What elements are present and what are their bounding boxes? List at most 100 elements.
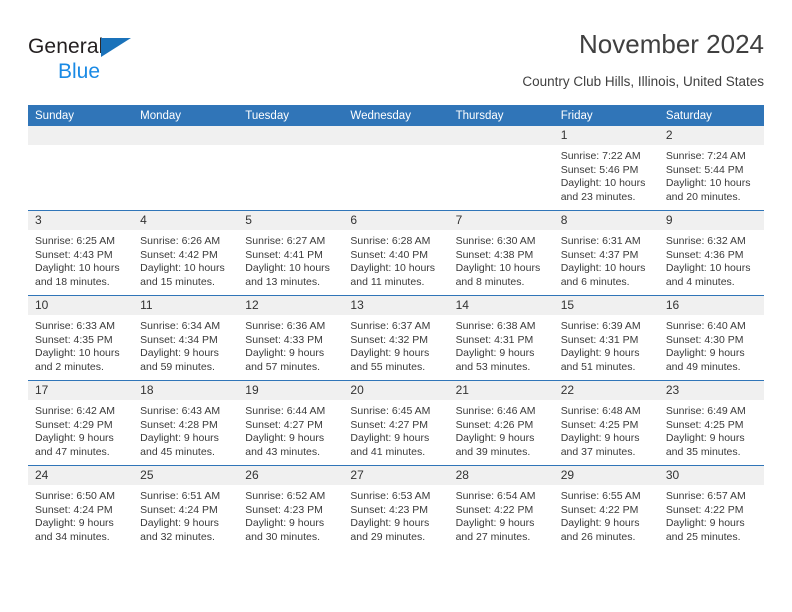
sunrise-time: Sunrise: 6:38 AM — [455, 320, 536, 332]
sunrise-time: Sunrise: 6:36 AM — [245, 320, 326, 332]
day-info: Sunrise: 6:55 AM Sunset: 4:22 PM Daylight:… — [554, 486, 659, 545]
calendar-day-cell[interactable]: 12 Sunrise: 6:36 AM Sunset: 4:33 PM Dayligh… — [238, 295, 344, 381]
calendar-day-cell[interactable]: 8 Sunrise: 6:31 AM Sunset: 4:37 PM Daylight… — [553, 210, 659, 296]
calendar-day-cell[interactable]: 14 Sunrise: 6:38 AM Sunset: 4:31 PM Dayligh… — [448, 295, 554, 381]
calendar-day-cell[interactable]: 29 Sunrise: 6:55 AM Sunset: 4:22 PM Dayligh… — [553, 465, 659, 550]
sunset-time: Sunset: 4:38 PM — [455, 248, 534, 261]
calendar-day-cell[interactable]: 24 Sunrise: 6:50 AM Sunset: 4:24 PM Dayligh… — [28, 465, 134, 550]
daylight-duration-line1: Daylight: 9 hours — [140, 347, 219, 360]
sunset-time: Sunset: 4:40 PM — [350, 248, 429, 261]
calendar-day-cell[interactable]: 19 Sunrise: 6:44 AM Sunset: 4:27 PM Dayligh… — [238, 380, 344, 466]
calendar-day-cell[interactable]: 9 Sunrise: 6:32 AM Sunset: 4:36 PM Daylight… — [658, 210, 764, 296]
daylight-duration-line2: and 55 minutes. — [350, 361, 426, 374]
sunset-time: Sunset: 4:24 PM — [140, 503, 218, 516]
daylight-duration-line1: Daylight: 9 hours — [665, 347, 745, 360]
sunset-time: Sunset: 4:27 PM — [350, 418, 429, 431]
daylight-duration-line2: and 53 minutes. — [455, 361, 531, 374]
daylight-duration-line2: and 29 minutes. — [350, 531, 426, 544]
calendar-day-cell[interactable]: 10 Sunrise: 6:33 AM Sunset: 4:35 PM Dayligh… — [28, 295, 134, 381]
sunrise-time: Sunrise: 6:52 AM — [245, 490, 326, 502]
day-number: 14 — [448, 296, 554, 316]
calendar-day-cell[interactable]: 16 Sunrise: 6:40 AM Sunset: 4:30 PM Dayligh… — [658, 295, 764, 381]
calendar-day-cell[interactable]: 27 Sunrise: 6:53 AM Sunset: 4:23 PM Dayligh… — [343, 465, 449, 550]
calendar-day-cell[interactable]: 26 Sunrise: 6:52 AM Sunset: 4:23 PM Dayligh… — [238, 465, 344, 550]
daylight-duration-line2: and 13 minutes. — [245, 276, 320, 289]
calendar-day-cell[interactable]: 11 Sunrise: 6:34 AM Sunset: 4:34 PM Dayligh… — [133, 295, 239, 381]
daylight-duration-line2: and 8 minutes. — [455, 276, 525, 289]
day-info: Sunrise: 6:32 AM Sunset: 4:36 PM Daylight:… — [659, 231, 764, 290]
day-number: 1 — [553, 126, 659, 146]
day-number — [238, 126, 344, 146]
calendar-day-cell[interactable]: 18 Sunrise: 6:43 AM Sunset: 4:28 PM Dayligh… — [133, 380, 239, 466]
day-number: 28 — [448, 466, 554, 486]
day-info: Sunrise: 6:28 AM Sunset: 4:40 PM Daylight:… — [343, 231, 448, 290]
sunrise-time: Sunrise: 6:44 AM — [245, 405, 326, 417]
logo-top-row: General — [28, 34, 168, 60]
daylight-duration-line2: and 15 minutes. — [140, 276, 215, 289]
page-header: General Blue November 2024 Country Club … — [28, 28, 764, 96]
sunset-time: Sunset: 4:32 PM — [350, 333, 429, 346]
calendar-day-cell[interactable]: 3 Sunrise: 6:25 AM Sunset: 4:43 PM Daylight… — [28, 210, 134, 296]
day-number: 24 — [28, 466, 134, 486]
daylight-duration-line1: Daylight: 9 hours — [455, 432, 535, 445]
daylight-duration-line1: Daylight: 9 hours — [350, 432, 430, 445]
daylight-duration-line1: Daylight: 9 hours — [245, 517, 325, 530]
calendar-day-cell[interactable]: 6 Sunrise: 6:28 AM Sunset: 4:40 PM Daylight… — [343, 210, 449, 296]
sunrise-time: Sunrise: 6:51 AM — [140, 490, 221, 502]
daylight-duration-line2: and 2 minutes. — [35, 361, 104, 374]
day-info: Sunrise: 6:51 AM Sunset: 4:24 PM Daylight:… — [133, 486, 238, 545]
calendar-day-cell[interactable]: 21 Sunrise: 6:46 AM Sunset: 4:26 PM Dayligh… — [448, 380, 554, 466]
calendar-week-row: 10 Sunrise: 6:33 AM Sunset: 4:35 PM Dayligh… — [28, 295, 764, 381]
day-info: Sunrise: 6:31 AM Sunset: 4:37 PM Daylight:… — [554, 231, 659, 290]
calendar-cell-empty — [28, 126, 134, 211]
daylight-duration-line2: and 45 minutes. — [140, 446, 215, 459]
daylight-duration-line1: Daylight: 9 hours — [245, 347, 325, 360]
day-number: 4 — [133, 211, 239, 231]
day-info: Sunrise: 6:27 AM Sunset: 4:41 PM Daylight:… — [238, 231, 343, 290]
sunset-time: Sunset: 4:29 PM — [35, 418, 113, 431]
day-info: Sunrise: 6:57 AM Sunset: 4:22 PM Daylight:… — [659, 486, 764, 545]
calendar-day-cell[interactable]: 22 Sunrise: 6:48 AM Sunset: 4:25 PM Dayligh… — [553, 380, 659, 466]
weekday-header-sunday: Sunday — [28, 105, 134, 126]
daylight-duration-line1: Daylight: 10 hours — [35, 347, 120, 360]
title-block: November 2024 Country Club Hills, Illino… — [522, 28, 764, 92]
daylight-duration-line1: Daylight: 9 hours — [245, 432, 325, 445]
daylight-duration-line2: and 32 minutes. — [140, 531, 215, 544]
calendar-day-cell[interactable]: 28 Sunrise: 6:54 AM Sunset: 4:22 PM Dayligh… — [448, 465, 554, 550]
calendar-day-cell[interactable]: 7 Sunrise: 6:30 AM Sunset: 4:38 PM Daylight… — [448, 210, 554, 296]
sunset-time: Sunset: 4:43 PM — [35, 248, 113, 261]
day-number: 27 — [343, 466, 449, 486]
day-info: Sunrise: 6:49 AM Sunset: 4:25 PM Daylight:… — [659, 401, 764, 460]
calendar-day-cell[interactable]: 4 Sunrise: 6:26 AM Sunset: 4:42 PM Daylight… — [133, 210, 239, 296]
location-subtitle: Country Club Hills, Illinois, United Sta… — [522, 74, 764, 89]
sunset-time: Sunset: 4:34 PM — [140, 333, 218, 346]
daylight-duration-line1: Daylight: 9 hours — [35, 517, 114, 530]
sunrise-time: Sunrise: 6:28 AM — [350, 235, 431, 247]
day-info: Sunrise: 6:30 AM Sunset: 4:38 PM Daylight:… — [449, 231, 554, 290]
daylight-duration-line1: Daylight: 10 hours — [665, 177, 751, 190]
calendar-day-cell[interactable]: 15 Sunrise: 6:39 AM Sunset: 4:31 PM Dayligh… — [553, 295, 659, 381]
daylight-duration-line1: Daylight: 9 hours — [350, 347, 430, 360]
sunset-time: Sunset: 5:44 PM — [665, 163, 744, 176]
sunset-time: Sunset: 4:24 PM — [35, 503, 113, 516]
calendar-week-row: 3 Sunrise: 6:25 AM Sunset: 4:43 PM Daylight… — [28, 210, 764, 296]
calendar-day-cell[interactable]: 17 Sunrise: 6:42 AM Sunset: 4:29 PM Dayligh… — [28, 380, 134, 466]
calendar-day-cell[interactable]: 30 Sunrise: 6:57 AM Sunset: 4:22 PM Dayligh… — [658, 465, 764, 550]
daylight-duration-line2: and 26 minutes. — [560, 531, 636, 544]
daylight-duration-line2: and 11 minutes. — [350, 276, 425, 289]
calendar-day-cell[interactable]: 1 Sunrise: 7:22 AM Sunset: 5:46 PM Daylight… — [553, 126, 659, 211]
calendar-day-cell[interactable]: 2 Sunrise: 7:24 AM Sunset: 5:44 PM Daylight… — [658, 126, 764, 211]
calendar-day-cell[interactable]: 13 Sunrise: 6:37 AM Sunset: 4:32 PM Dayligh… — [343, 295, 449, 381]
day-number: 21 — [448, 381, 554, 401]
sunset-time: Sunset: 4:42 PM — [140, 248, 218, 261]
calendar-day-cell[interactable]: 20 Sunrise: 6:45 AM Sunset: 4:27 PM Dayligh… — [343, 380, 449, 466]
calendar-day-cell[interactable]: 5 Sunrise: 6:27 AM Sunset: 4:41 PM Daylight… — [238, 210, 344, 296]
sunrise-time: Sunrise: 6:25 AM — [35, 235, 115, 247]
sunrise-time: Sunrise: 6:26 AM — [140, 235, 221, 247]
sunrise-time: Sunrise: 6:53 AM — [350, 490, 431, 502]
generalblue-logo[interactable]: General Blue — [28, 34, 168, 86]
calendar-day-cell[interactable]: 25 Sunrise: 6:51 AM Sunset: 4:24 PM Dayligh… — [133, 465, 239, 550]
day-info: Sunrise: 6:45 AM Sunset: 4:27 PM Daylight:… — [343, 401, 448, 460]
calendar-cell-empty — [133, 126, 239, 211]
calendar-day-cell[interactable]: 23 Sunrise: 6:49 AM Sunset: 4:25 PM Dayligh… — [658, 380, 764, 466]
